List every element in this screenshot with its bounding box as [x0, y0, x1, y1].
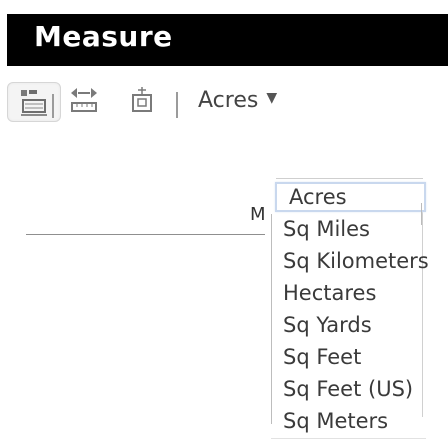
dropdown-option-sq-feet[interactable]: Sq Feet [271, 342, 433, 372]
unit-select[interactable]: Acres ▼ [198, 80, 277, 120]
measure-header: Measure [7, 14, 448, 66]
scrollbar[interactable] [421, 203, 436, 225]
dropdown-option-sq-kilometers[interactable]: Sq Kilometers [271, 246, 433, 276]
unit-dropdown: Acres Sq Miles Sq Kilometers Hectares Sq… [265, 174, 429, 447]
location-tool-button[interactable] [116, 82, 168, 120]
toolbar-divider [176, 92, 178, 118]
dropdown-option-sq-yards[interactable]: Sq Yards [271, 310, 433, 340]
dropdown-option-sq-feet-us[interactable]: Sq Feet (US) [271, 374, 433, 404]
header-title: Measure [34, 20, 173, 53]
dropdown-option-sq-meters[interactable]: Sq Meters [271, 406, 433, 436]
dropdown-option-sq-miles[interactable]: Sq Miles [271, 214, 433, 244]
measure-toolbar: Acres ▼ [0, 80, 448, 180]
chevron-down-icon: ▼ [266, 90, 278, 106]
distance-tool-button[interactable] [58, 82, 110, 120]
dropdown-option-hectares[interactable]: Hectares [271, 278, 433, 308]
unit-select-value: Acres [198, 87, 259, 113]
distance-tool-icon [71, 88, 97, 112]
area-tool-icon [21, 90, 47, 116]
measurement-label: M [250, 204, 266, 225]
dropdown-option-acres[interactable]: Acres [275, 182, 426, 212]
dropdown-top-border [276, 178, 423, 179]
toolbar-divider [52, 94, 54, 118]
result-divider [26, 234, 266, 235]
location-tool-icon [132, 87, 152, 112]
dropdown-bottom-border [271, 438, 426, 439]
